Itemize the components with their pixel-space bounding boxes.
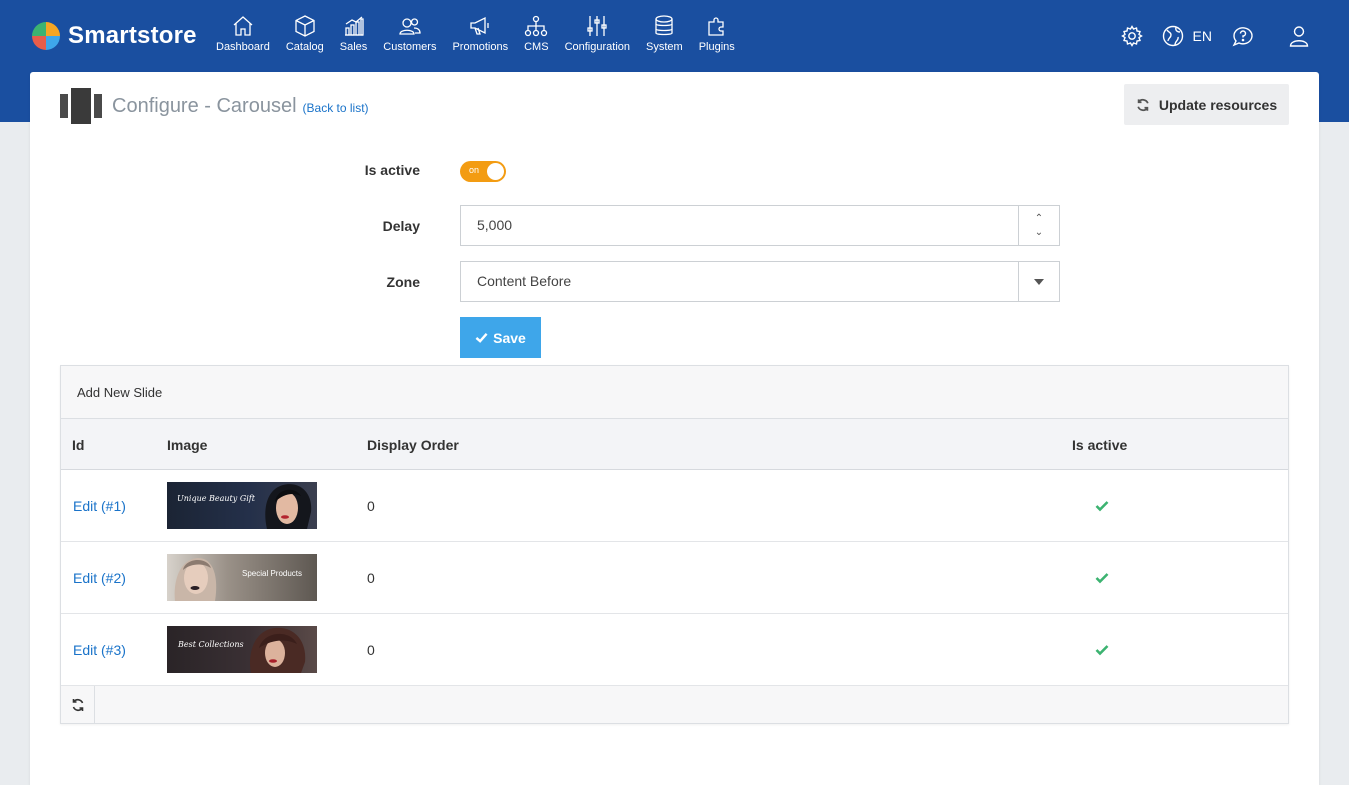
nav-label: Promotions: [452, 41, 509, 53]
page-title: Configure - Carousel: [112, 94, 297, 117]
column-header-image[interactable]: Image: [167, 437, 207, 453]
globe-icon[interactable]: [1161, 24, 1185, 48]
toggle-knob: [487, 163, 504, 180]
grid-refresh-button[interactable]: [61, 686, 95, 723]
refresh-arrows-icon: [72, 698, 83, 711]
nav-label: Catalog: [285, 41, 324, 53]
checkmark-icon: [475, 332, 488, 343]
home-icon: [233, 16, 253, 36]
delay-input[interactable]: 5,000 ⌃ ⌄: [460, 205, 1060, 246]
users-icon: [399, 18, 421, 35]
edit-slide-link[interactable]: Edit (#3): [73, 642, 126, 658]
content-card: Configure - Carousel (Back to list) Upda…: [30, 72, 1319, 785]
update-resources-button[interactable]: Update resources: [1124, 84, 1289, 125]
is-active-label: Is active: [364, 162, 420, 178]
user-account-icon[interactable]: [1287, 24, 1311, 48]
column-header-is-active[interactable]: Is active: [1072, 437, 1127, 453]
app-logo[interactable]: Smartstore: [30, 20, 197, 52]
settings-gear-icon[interactable]: [1120, 24, 1144, 48]
nav-catalog[interactable]: Catalog: [278, 14, 332, 53]
zone-select[interactable]: Content Before: [460, 261, 1060, 302]
carousel-plugin-icon: [60, 88, 102, 124]
grid-header: Id Image Display Order Is active: [61, 419, 1288, 470]
zone-value: Content Before: [477, 273, 572, 289]
help-chat-icon[interactable]: [1231, 24, 1255, 48]
chevron-up-icon[interactable]: ⌃: [1035, 212, 1043, 226]
nav-configuration[interactable]: Configuration: [557, 14, 638, 53]
page-header: Configure - Carousel (Back to list): [60, 88, 369, 124]
slide-thumbnail: Best Collections: [167, 626, 317, 673]
nav-label: Dashboard: [216, 41, 270, 53]
back-to-list-link[interactable]: (Back to list): [303, 101, 369, 115]
slide-thumbnail: Unique Beauty Gift: [167, 482, 317, 529]
column-header-id[interactable]: Id: [72, 437, 84, 453]
update-resources-label: Update resources: [1158, 96, 1278, 113]
app-name: Smartstore: [68, 22, 197, 49]
slide-caption: Unique Beauty Gift: [177, 494, 255, 503]
active-check-icon: [1095, 573, 1109, 584]
slide-thumbnail: Special Products: [167, 554, 317, 601]
chart-icon: [344, 16, 364, 36]
nav-label: Plugins: [698, 41, 735, 53]
active-check-icon: [1095, 645, 1109, 656]
is-active-toggle[interactable]: on: [460, 161, 506, 182]
table-row: Edit (#3) Best Collections 0: [61, 614, 1288, 686]
dropdown-caret-icon[interactable]: [1018, 262, 1059, 301]
table-row: Edit (#2) Special Products 0: [61, 542, 1288, 614]
box-icon: [295, 15, 315, 37]
nav-plugins[interactable]: Plugins: [691, 14, 743, 53]
refresh-icon: [1137, 98, 1149, 111]
display-order-value: 0: [367, 498, 375, 514]
save-button[interactable]: Save: [460, 317, 541, 358]
nav-label: Sales: [339, 41, 368, 53]
display-order-value: 0: [367, 570, 375, 586]
active-check-icon: [1095, 501, 1109, 512]
grid-footer: [61, 686, 1288, 723]
nav-label: Configuration: [564, 41, 630, 53]
nav-dashboard[interactable]: Dashboard: [208, 14, 278, 53]
add-new-slide-label: Add New Slide: [77, 385, 163, 400]
save-label: Save: [493, 329, 526, 346]
nav-system[interactable]: System: [638, 14, 691, 53]
nav-sales[interactable]: Sales: [332, 14, 376, 53]
database-icon: [655, 15, 673, 36]
sliders-icon: [587, 16, 607, 36]
zone-label: Zone: [386, 274, 420, 290]
megaphone-icon: [470, 16, 489, 35]
toggle-state: on: [469, 165, 480, 175]
edit-slide-link[interactable]: Edit (#2): [73, 570, 126, 586]
display-order-value: 0: [367, 642, 375, 658]
chevron-down-icon[interactable]: ⌄: [1035, 226, 1043, 240]
slides-grid: Add New Slide Id Image Display Order Is …: [60, 365, 1289, 724]
nav-label: System: [646, 41, 683, 53]
nav-label: CMS: [524, 41, 549, 53]
header-tools: EN: [1120, 24, 1349, 48]
nav-customers[interactable]: Customers: [375, 14, 444, 53]
sitemap-icon: [525, 15, 548, 37]
delay-stepper: ⌃ ⌄: [1018, 206, 1059, 245]
delay-label: Delay: [382, 218, 420, 234]
nav-promotions[interactable]: Promotions: [444, 14, 516, 53]
table-row: Edit (#1) Unique Beauty Gift 0: [61, 470, 1288, 542]
language-selector[interactable]: EN: [1193, 28, 1212, 44]
edit-slide-link[interactable]: Edit (#1): [73, 498, 126, 514]
nav-cms[interactable]: CMS: [516, 14, 556, 53]
puzzle-icon: [708, 17, 724, 36]
slide-caption: Special Products: [242, 569, 303, 578]
delay-value: 5,000: [477, 217, 513, 233]
nav-label: Customers: [383, 41, 437, 53]
add-new-slide-button[interactable]: Add New Slide: [61, 366, 1288, 419]
column-header-display-order[interactable]: Display Order: [367, 437, 459, 453]
main-nav: Dashboard Catalog Sales Customers Promot…: [208, 14, 743, 53]
smartstore-logo-icon: [30, 20, 62, 52]
slide-caption: Best Collections: [178, 640, 244, 649]
